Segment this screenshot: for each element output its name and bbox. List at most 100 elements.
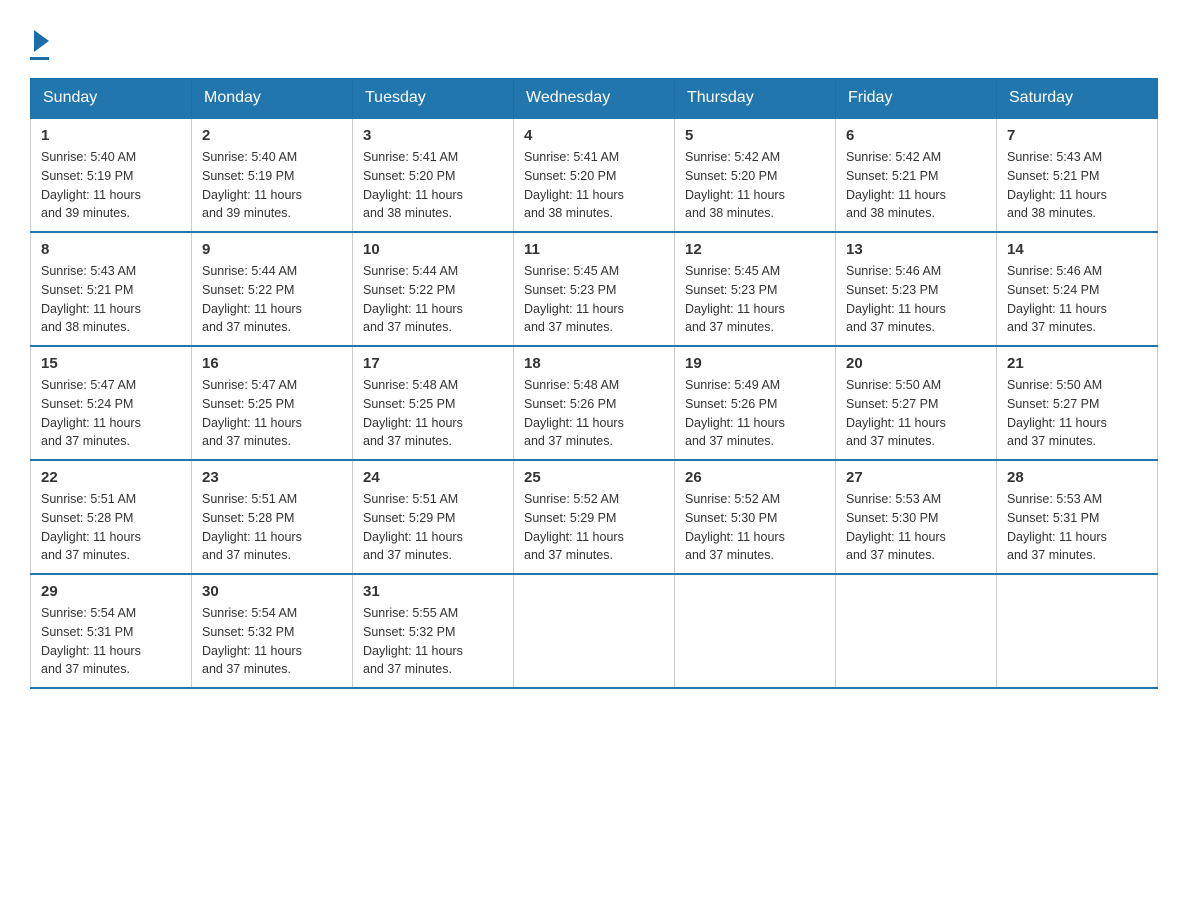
day-number: 16 [202, 355, 342, 372]
day-number: 15 [41, 355, 181, 372]
day-number: 13 [846, 241, 986, 258]
calendar-cell: 10 Sunrise: 5:44 AMSunset: 5:22 PMDaylig… [353, 232, 514, 346]
page-header [30, 20, 1158, 60]
day-number: 23 [202, 469, 342, 486]
day-number: 3 [363, 127, 503, 144]
day-info: Sunrise: 5:42 AMSunset: 5:21 PMDaylight:… [846, 150, 946, 220]
logo [30, 30, 49, 60]
calendar-cell: 11 Sunrise: 5:45 AMSunset: 5:23 PMDaylig… [514, 232, 675, 346]
calendar-cell: 26 Sunrise: 5:52 AMSunset: 5:30 PMDaylig… [675, 460, 836, 574]
day-number: 8 [41, 241, 181, 258]
day-info: Sunrise: 5:52 AMSunset: 5:29 PMDaylight:… [524, 492, 624, 562]
day-number: 22 [41, 469, 181, 486]
calendar-cell: 20 Sunrise: 5:50 AMSunset: 5:27 PMDaylig… [836, 346, 997, 460]
day-info: Sunrise: 5:53 AMSunset: 5:30 PMDaylight:… [846, 492, 946, 562]
calendar-cell: 9 Sunrise: 5:44 AMSunset: 5:22 PMDayligh… [192, 232, 353, 346]
calendar-cell: 29 Sunrise: 5:54 AMSunset: 5:31 PMDaylig… [31, 574, 192, 688]
day-info: Sunrise: 5:43 AMSunset: 5:21 PMDaylight:… [1007, 150, 1107, 220]
weekday-header-saturday: Saturday [997, 79, 1158, 119]
day-info: Sunrise: 5:45 AMSunset: 5:23 PMDaylight:… [685, 264, 785, 334]
calendar-cell: 30 Sunrise: 5:54 AMSunset: 5:32 PMDaylig… [192, 574, 353, 688]
day-number: 7 [1007, 127, 1147, 144]
calendar-cell: 31 Sunrise: 5:55 AMSunset: 5:32 PMDaylig… [353, 574, 514, 688]
calendar-cell: 28 Sunrise: 5:53 AMSunset: 5:31 PMDaylig… [997, 460, 1158, 574]
day-number: 2 [202, 127, 342, 144]
day-info: Sunrise: 5:46 AMSunset: 5:24 PMDaylight:… [1007, 264, 1107, 334]
weekday-header-wednesday: Wednesday [514, 79, 675, 119]
day-number: 31 [363, 583, 503, 600]
calendar-cell: 4 Sunrise: 5:41 AMSunset: 5:20 PMDayligh… [514, 118, 675, 232]
day-number: 9 [202, 241, 342, 258]
calendar-cell: 15 Sunrise: 5:47 AMSunset: 5:24 PMDaylig… [31, 346, 192, 460]
calendar-cell: 14 Sunrise: 5:46 AMSunset: 5:24 PMDaylig… [997, 232, 1158, 346]
calendar-cell: 21 Sunrise: 5:50 AMSunset: 5:27 PMDaylig… [997, 346, 1158, 460]
day-info: Sunrise: 5:54 AMSunset: 5:32 PMDaylight:… [202, 606, 302, 676]
logo-arrow-icon [34, 30, 49, 52]
calendar-cell: 6 Sunrise: 5:42 AMSunset: 5:21 PMDayligh… [836, 118, 997, 232]
day-info: Sunrise: 5:51 AMSunset: 5:29 PMDaylight:… [363, 492, 463, 562]
logo-underline [30, 57, 49, 60]
day-info: Sunrise: 5:44 AMSunset: 5:22 PMDaylight:… [202, 264, 302, 334]
calendar-week-row: 15 Sunrise: 5:47 AMSunset: 5:24 PMDaylig… [31, 346, 1158, 460]
calendar-cell: 13 Sunrise: 5:46 AMSunset: 5:23 PMDaylig… [836, 232, 997, 346]
calendar-cell: 2 Sunrise: 5:40 AMSunset: 5:19 PMDayligh… [192, 118, 353, 232]
weekday-header-thursday: Thursday [675, 79, 836, 119]
calendar-week-row: 22 Sunrise: 5:51 AMSunset: 5:28 PMDaylig… [31, 460, 1158, 574]
day-number: 11 [524, 241, 664, 258]
day-number: 12 [685, 241, 825, 258]
day-info: Sunrise: 5:51 AMSunset: 5:28 PMDaylight:… [202, 492, 302, 562]
day-number: 25 [524, 469, 664, 486]
day-info: Sunrise: 5:47 AMSunset: 5:25 PMDaylight:… [202, 378, 302, 448]
day-number: 1 [41, 127, 181, 144]
day-info: Sunrise: 5:42 AMSunset: 5:20 PMDaylight:… [685, 150, 785, 220]
day-number: 20 [846, 355, 986, 372]
calendar-cell: 18 Sunrise: 5:48 AMSunset: 5:26 PMDaylig… [514, 346, 675, 460]
day-number: 14 [1007, 241, 1147, 258]
calendar-cell: 12 Sunrise: 5:45 AMSunset: 5:23 PMDaylig… [675, 232, 836, 346]
calendar-cell: 19 Sunrise: 5:49 AMSunset: 5:26 PMDaylig… [675, 346, 836, 460]
day-number: 18 [524, 355, 664, 372]
day-number: 28 [1007, 469, 1147, 486]
day-number: 29 [41, 583, 181, 600]
calendar-cell: 17 Sunrise: 5:48 AMSunset: 5:25 PMDaylig… [353, 346, 514, 460]
calendar-cell: 24 Sunrise: 5:51 AMSunset: 5:29 PMDaylig… [353, 460, 514, 574]
calendar-cell [675, 574, 836, 688]
calendar-cell [514, 574, 675, 688]
weekday-header-sunday: Sunday [31, 79, 192, 119]
day-number: 19 [685, 355, 825, 372]
day-info: Sunrise: 5:47 AMSunset: 5:24 PMDaylight:… [41, 378, 141, 448]
weekday-header-monday: Monday [192, 79, 353, 119]
day-number: 26 [685, 469, 825, 486]
day-info: Sunrise: 5:46 AMSunset: 5:23 PMDaylight:… [846, 264, 946, 334]
day-info: Sunrise: 5:51 AMSunset: 5:28 PMDaylight:… [41, 492, 141, 562]
day-number: 17 [363, 355, 503, 372]
day-info: Sunrise: 5:40 AMSunset: 5:19 PMDaylight:… [202, 150, 302, 220]
weekday-header-row: SundayMondayTuesdayWednesdayThursdayFrid… [31, 79, 1158, 119]
calendar-cell: 3 Sunrise: 5:41 AMSunset: 5:20 PMDayligh… [353, 118, 514, 232]
day-info: Sunrise: 5:45 AMSunset: 5:23 PMDaylight:… [524, 264, 624, 334]
day-info: Sunrise: 5:49 AMSunset: 5:26 PMDaylight:… [685, 378, 785, 448]
calendar-cell: 22 Sunrise: 5:51 AMSunset: 5:28 PMDaylig… [31, 460, 192, 574]
day-info: Sunrise: 5:48 AMSunset: 5:26 PMDaylight:… [524, 378, 624, 448]
day-number: 30 [202, 583, 342, 600]
calendar-cell [836, 574, 997, 688]
day-number: 5 [685, 127, 825, 144]
calendar-cell: 7 Sunrise: 5:43 AMSunset: 5:21 PMDayligh… [997, 118, 1158, 232]
day-info: Sunrise: 5:50 AMSunset: 5:27 PMDaylight:… [1007, 378, 1107, 448]
calendar-cell: 27 Sunrise: 5:53 AMSunset: 5:30 PMDaylig… [836, 460, 997, 574]
day-number: 10 [363, 241, 503, 258]
day-info: Sunrise: 5:43 AMSunset: 5:21 PMDaylight:… [41, 264, 141, 334]
day-number: 6 [846, 127, 986, 144]
calendar-cell: 1 Sunrise: 5:40 AMSunset: 5:19 PMDayligh… [31, 118, 192, 232]
calendar-week-row: 8 Sunrise: 5:43 AMSunset: 5:21 PMDayligh… [31, 232, 1158, 346]
weekday-header-friday: Friday [836, 79, 997, 119]
day-info: Sunrise: 5:41 AMSunset: 5:20 PMDaylight:… [363, 150, 463, 220]
calendar-cell: 5 Sunrise: 5:42 AMSunset: 5:20 PMDayligh… [675, 118, 836, 232]
day-info: Sunrise: 5:55 AMSunset: 5:32 PMDaylight:… [363, 606, 463, 676]
calendar-week-row: 1 Sunrise: 5:40 AMSunset: 5:19 PMDayligh… [31, 118, 1158, 232]
calendar-cell [997, 574, 1158, 688]
weekday-header-tuesday: Tuesday [353, 79, 514, 119]
day-info: Sunrise: 5:41 AMSunset: 5:20 PMDaylight:… [524, 150, 624, 220]
day-info: Sunrise: 5:53 AMSunset: 5:31 PMDaylight:… [1007, 492, 1107, 562]
calendar-cell: 8 Sunrise: 5:43 AMSunset: 5:21 PMDayligh… [31, 232, 192, 346]
